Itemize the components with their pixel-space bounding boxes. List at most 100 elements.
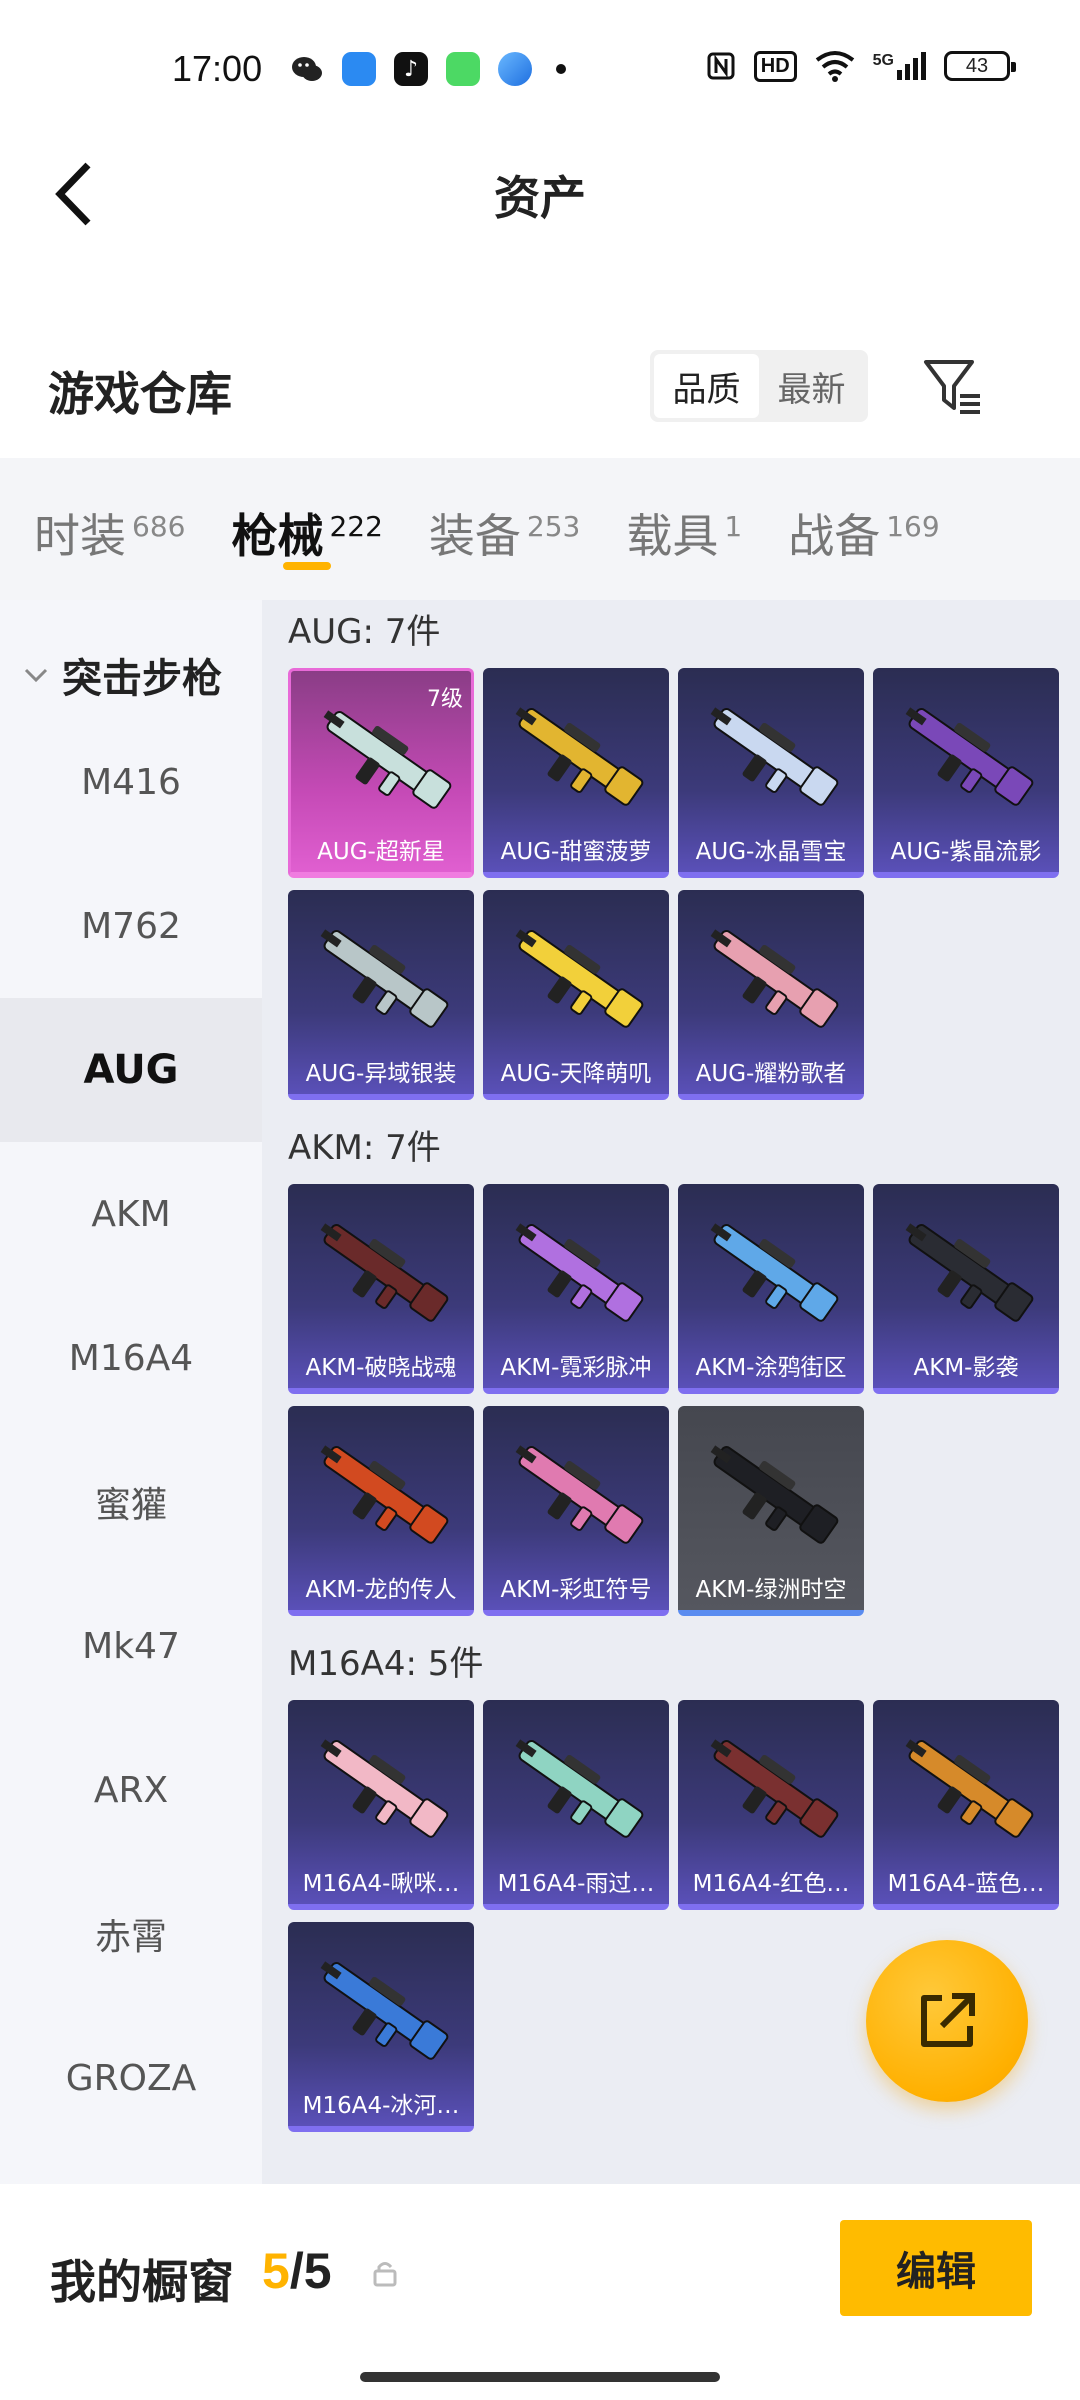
tab-label: 载具 bbox=[626, 509, 719, 563]
messages-icon bbox=[446, 52, 480, 86]
group-heading: M16A4: 5件 bbox=[288, 1644, 484, 1684]
sidebar-item-akm[interactable]: AKM bbox=[0, 1142, 262, 1286]
status-bar: 17:00 ♪ HD 5G 43 bbox=[0, 0, 1080, 140]
weapon-skin-card[interactable]: AKM-影袭 bbox=[873, 1184, 1059, 1394]
category-tabs: 时装 686 枪械 222 装备 253 载具 1 战备 169 bbox=[0, 458, 1080, 600]
sidebar-item-m416[interactable]: M416 bbox=[0, 710, 262, 854]
tab-vehicles[interactable]: 载具 1 bbox=[626, 458, 742, 600]
hd-icon: HD bbox=[753, 50, 797, 82]
sidebar-item-chixiao[interactable]: 赤霄 bbox=[0, 1862, 262, 2006]
tab-weapons[interactable]: 枪械 222 bbox=[231, 458, 383, 600]
tab-label: 装备 bbox=[428, 509, 521, 563]
skin-name: M16A4-红色… bbox=[692, 1871, 850, 1897]
status-time: 17:00 bbox=[172, 48, 263, 89]
skin-name: AKM-影袭 bbox=[913, 1355, 1019, 1381]
signal-5g-icon: 5G bbox=[873, 52, 926, 80]
sort-toggle: 品质 最新 bbox=[650, 350, 868, 422]
sidebar-group-assault-rifles[interactable]: 突击步枪 bbox=[0, 646, 262, 704]
skin-name: M16A4-蓝色… bbox=[887, 1871, 1045, 1897]
weapon-skin-card[interactable]: 7级 AUG-超新星 bbox=[288, 668, 474, 878]
weapon-skin-card[interactable]: AUG-异域银装 bbox=[288, 890, 474, 1100]
sidebar-item-label: AKM bbox=[91, 1193, 171, 1235]
sidebar-item-groza[interactable]: GROZA bbox=[0, 2006, 262, 2150]
sort-by-newest[interactable]: 最新 bbox=[759, 354, 864, 418]
rifle-skin-icon bbox=[320, 1445, 449, 1544]
rifle-skin-icon bbox=[515, 1739, 644, 1838]
weapon-skin-card[interactable]: AKM-龙的传人 bbox=[288, 1406, 474, 1616]
weapon-skin-card[interactable]: AKM-绿洲时空 bbox=[678, 1406, 864, 1616]
tab-count: 253 bbox=[526, 509, 581, 543]
weapon-type-sidebar: 突击步枪 M416 M762 AUG AKM M16A4 蜜獾 Mk47 ARX… bbox=[0, 600, 262, 2184]
sidebar-item-m762[interactable]: M762 bbox=[0, 854, 262, 998]
home-indicator bbox=[360, 2372, 720, 2382]
sidebar-item-label: 蜜獾 bbox=[94, 1485, 167, 1526]
skin-name: M16A4-冰河… bbox=[302, 2093, 460, 2119]
filter-button[interactable] bbox=[920, 354, 986, 420]
sidebar-item-label: M762 bbox=[81, 905, 181, 947]
calendar-app-icon bbox=[342, 52, 376, 86]
sidebar-item-m16a4[interactable]: M16A4 bbox=[0, 1286, 262, 1430]
showcase-label: 我的橱窗 bbox=[50, 2255, 234, 2309]
rifle-skin-icon bbox=[905, 1223, 1034, 1322]
rifle-skin-icon bbox=[905, 707, 1034, 806]
nfc-icon bbox=[707, 52, 735, 80]
share-button[interactable] bbox=[866, 1940, 1028, 2102]
sidebar-group-label: 突击步枪 bbox=[62, 656, 222, 702]
network-type-label: 5G bbox=[872, 52, 894, 69]
weapon-skin-card[interactable]: AKM-破晓战魂 bbox=[288, 1184, 474, 1394]
edit-button[interactable]: 编辑 bbox=[840, 2220, 1032, 2316]
warehouse-title: 游戏仓库 bbox=[48, 367, 232, 421]
rifle-skin-icon bbox=[515, 929, 644, 1028]
tab-equipment[interactable]: 装备 253 bbox=[429, 458, 580, 600]
weapon-skin-card[interactable]: M16A4-冰河… bbox=[288, 1922, 474, 2132]
tab-count: 169 bbox=[886, 509, 940, 543]
weapon-skin-card[interactable]: M16A4-蓝色… bbox=[873, 1700, 1059, 1910]
weapon-skin-card[interactable]: AKM-彩虹符号 bbox=[483, 1406, 669, 1616]
rifle-skin-icon bbox=[710, 929, 839, 1028]
weapon-skin-card[interactable]: AUG-甜蜜菠萝 bbox=[483, 668, 669, 878]
active-tab-indicator bbox=[283, 562, 332, 570]
group-heading: AKM: 7件 bbox=[288, 1128, 441, 1168]
tab-label: 时装 bbox=[34, 509, 126, 563]
page-header: 资产 bbox=[0, 140, 1080, 250]
skin-name: AUG-天降萌叽 bbox=[500, 1061, 652, 1087]
rifle-skin-icon bbox=[515, 1223, 644, 1322]
weapon-skin-card[interactable]: AKM-霓彩脉冲 bbox=[483, 1184, 669, 1394]
weapon-skin-card[interactable]: AUG-天降萌叽 bbox=[483, 890, 669, 1100]
system-icons: HD 5G 43 bbox=[706, 50, 1016, 82]
weapon-skin-card[interactable]: AUG-耀粉歌者 bbox=[678, 890, 864, 1100]
sidebar-item-label: Mk47 bbox=[82, 1625, 180, 1667]
weapon-skin-card[interactable]: AUG-冰晶雪宝 bbox=[678, 668, 864, 878]
tab-label: 枪械 bbox=[231, 509, 324, 563]
wechat-icon bbox=[292, 57, 322, 81]
rifle-skin-icon bbox=[515, 1445, 644, 1544]
rifle-skin-icon bbox=[320, 1739, 449, 1838]
showcase-count: 5/5 bbox=[262, 2242, 332, 2300]
notification-icons: ♪ bbox=[290, 52, 566, 86]
skin-name: AUG-异域银装 bbox=[305, 1061, 457, 1087]
tiktok-icon: ♪ bbox=[394, 52, 428, 86]
weapon-skin-card[interactable]: M16A4-啾咪… bbox=[288, 1700, 474, 1910]
rifle-skin-icon bbox=[515, 707, 644, 806]
sidebar-item-label: GROZA bbox=[65, 2057, 197, 2099]
sidebar-item-label: M416 bbox=[81, 761, 181, 803]
sort-by-quality[interactable]: 品质 bbox=[654, 354, 759, 418]
weapon-skin-card[interactable]: M16A4-红色… bbox=[678, 1700, 864, 1910]
weapon-skin-card[interactable]: M16A4-雨过… bbox=[483, 1700, 669, 1910]
rifle-skin-icon bbox=[905, 1739, 1034, 1838]
sidebar-item-arx[interactable]: ARX bbox=[0, 1718, 262, 1862]
weapon-skin-card[interactable]: AKM-涂鸦街区 bbox=[678, 1184, 864, 1394]
sidebar-item-mk47[interactable]: Mk47 bbox=[0, 1574, 262, 1718]
skin-name: M16A4-雨过… bbox=[497, 1871, 655, 1897]
showcase-total: 5 bbox=[303, 2243, 332, 2299]
sidebar-item-label: M16A4 bbox=[68, 1337, 194, 1379]
tab-supplies[interactable]: 战备 169 bbox=[788, 458, 939, 600]
showcase-used: 5 bbox=[262, 2243, 290, 2299]
share-icon bbox=[921, 1993, 975, 2047]
weapon-skin-card[interactable]: AUG-紫晶流影 bbox=[873, 668, 1059, 878]
tab-outfits[interactable]: 时装 686 bbox=[34, 458, 185, 600]
skin-name: AKM-绿洲时空 bbox=[695, 1577, 847, 1603]
sidebar-item-honey-badger[interactable]: 蜜獾 bbox=[0, 1430, 262, 1574]
rifle-skin-icon bbox=[320, 1961, 449, 2060]
sidebar-item-aug[interactable]: AUG bbox=[0, 998, 262, 1142]
